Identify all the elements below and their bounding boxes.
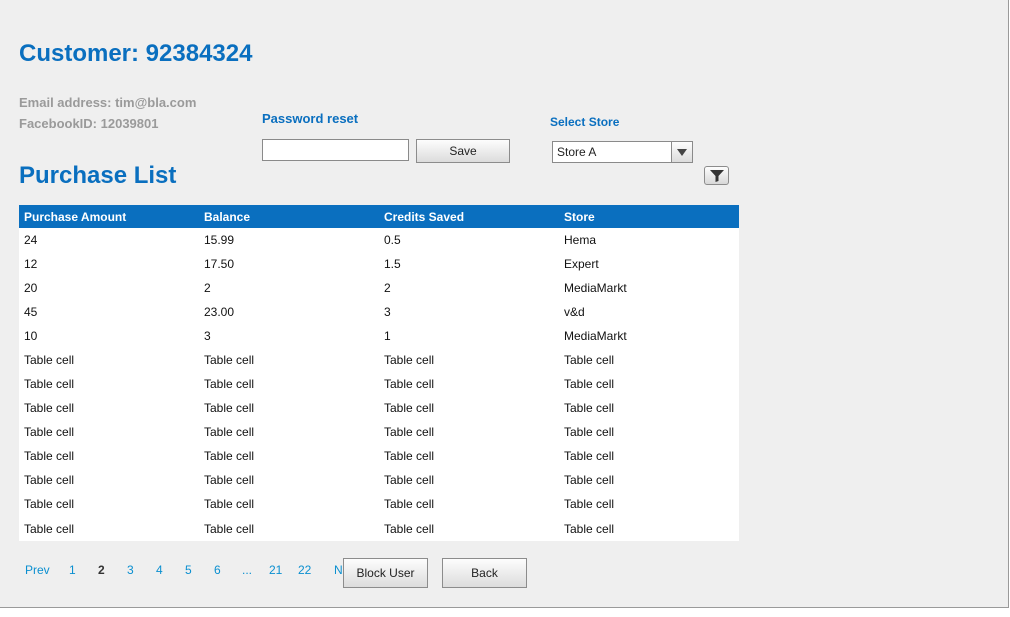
cell-credits-saved: 3	[384, 305, 391, 319]
table-row: Table cell Table cell Table cell Table cell	[19, 420, 739, 444]
cell-store: Hema	[564, 233, 597, 247]
cell-balance: Table cell	[204, 401, 255, 415]
table-row: 20 2 2 MediaMarkt	[19, 276, 739, 300]
pagination-page-2: 2	[98, 563, 105, 577]
pagination-page-1[interactable]: 1	[69, 563, 76, 577]
cell-purchase-amount: 20	[24, 281, 38, 295]
cell-balance: 17.50	[204, 257, 235, 271]
cell-balance: Table cell	[204, 473, 255, 487]
cell-purchase-amount: Table cell	[24, 377, 75, 391]
cell-balance: Table cell	[204, 449, 255, 463]
page-title: Customer: 92384324	[19, 40, 253, 67]
password-reset-input[interactable]	[262, 139, 409, 161]
cell-balance: Table cell	[204, 425, 255, 439]
table-row: Table cell Table cell Table cell Table cell	[19, 468, 739, 492]
cell-store: Table cell	[564, 449, 615, 463]
cell-store: MediaMarkt	[564, 281, 627, 295]
cell-store: Table cell	[564, 425, 615, 439]
cell-credits-saved: Table cell	[384, 521, 435, 536]
cell-balance: 23.00	[204, 305, 235, 319]
cell-credits-saved: Table cell	[384, 377, 435, 391]
block-user-button[interactable]: Block User	[343, 558, 428, 588]
cell-credits-saved: Table cell	[384, 497, 435, 511]
table-row: 45 23.00 3 v&d	[19, 300, 739, 324]
column-header-credits-saved[interactable]: Credits Saved	[379, 205, 559, 228]
table-row: Table cell Table cell Table cell Table cell	[19, 396, 739, 420]
cell-balance: Table cell	[204, 353, 255, 367]
cell-purchase-amount: Table cell	[24, 521, 75, 536]
email-address-text: Email address: tim@bla.com	[19, 95, 197, 110]
cell-store: v&d	[564, 305, 585, 319]
cell-credits-saved: Table cell	[384, 425, 435, 439]
funnel-icon	[710, 170, 724, 182]
cell-store: Table cell	[564, 521, 615, 536]
pagination-page-5[interactable]: 5	[185, 563, 192, 577]
pagination-prev[interactable]: Prev	[25, 563, 50, 577]
cell-credits-saved: 1.5	[384, 257, 401, 271]
cell-store: Table cell	[564, 473, 615, 487]
cell-store: Table cell	[564, 353, 615, 367]
chevron-down-icon[interactable]	[671, 142, 692, 162]
save-button[interactable]: Save	[416, 139, 510, 163]
cell-purchase-amount: Table cell	[24, 353, 75, 367]
cell-purchase-amount: 12	[24, 257, 38, 271]
password-reset-label: Password reset	[262, 111, 359, 126]
cell-purchase-amount: Table cell	[24, 497, 75, 511]
column-header-store[interactable]: Store	[559, 205, 739, 228]
pagination-page-21[interactable]: 21	[269, 563, 282, 577]
cell-balance: Table cell	[204, 377, 255, 391]
pagination-page-6[interactable]: 6	[214, 563, 221, 577]
cell-purchase-amount: Table cell	[24, 473, 75, 487]
cell-credits-saved: 1	[384, 329, 391, 343]
purchase-table: Purchase Amount Balance Credits Saved St…	[19, 205, 739, 541]
cell-balance: 2	[204, 281, 211, 295]
pagination-page-4[interactable]: 4	[156, 563, 163, 577]
table-row: 12 17.50 1.5 Expert	[19, 252, 739, 276]
table-row: Table cell Table cell Table cell Table cell	[19, 348, 739, 372]
table-row: Table cell Table cell Table cell Table cell	[19, 516, 739, 541]
table-row: 24 15.99 0.5 Hema	[19, 228, 739, 252]
table-row: Table cell Table cell Table cell Table cell	[19, 444, 739, 468]
cell-purchase-amount: Table cell	[24, 449, 75, 463]
facebook-id-text: FacebookID: 12039801	[19, 116, 159, 131]
pagination-page-22[interactable]: 22	[298, 563, 311, 577]
table-header-row: Purchase Amount Balance Credits Saved St…	[19, 205, 739, 228]
store-select[interactable]: Store A	[552, 141, 693, 163]
column-header-balance[interactable]: Balance	[199, 205, 379, 228]
cell-purchase-amount: 24	[24, 233, 38, 247]
cell-credits-saved: Table cell	[384, 473, 435, 487]
cell-balance: 3	[204, 329, 211, 343]
cell-credits-saved: Table cell	[384, 401, 435, 415]
cell-store: Table cell	[564, 497, 615, 511]
cell-store: Expert	[564, 257, 599, 271]
filter-button[interactable]	[704, 166, 729, 185]
cell-balance: 15.99	[204, 233, 235, 247]
pagination-page-3[interactable]: 3	[127, 563, 134, 577]
select-store-label: Select Store	[550, 115, 620, 129]
cell-store: Table cell	[564, 377, 615, 391]
cell-balance: Table cell	[204, 521, 255, 536]
cell-purchase-amount: Table cell	[24, 401, 75, 415]
pagination-ellipsis: ...	[242, 563, 253, 577]
store-select-value: Store A	[557, 145, 597, 159]
cell-purchase-amount: Table cell	[24, 425, 75, 439]
table-row: Table cell Table cell Table cell Table cell	[19, 492, 739, 516]
cell-credits-saved: 0.5	[384, 233, 401, 247]
cell-credits-saved: Table cell	[384, 353, 435, 367]
table-row: 10 3 1 MediaMarkt	[19, 324, 739, 348]
column-header-purchase-amount[interactable]: Purchase Amount	[19, 205, 199, 228]
table-row: Table cell Table cell Table cell Table cell	[19, 372, 739, 396]
cell-purchase-amount: 10	[24, 329, 38, 343]
page-canvas: Customer: 92384324 Email address: tim@bl…	[0, 0, 1009, 608]
cell-credits-saved: Table cell	[384, 449, 435, 463]
cell-credits-saved: 2	[384, 281, 391, 295]
cell-store: Table cell	[564, 401, 615, 415]
cell-store: MediaMarkt	[564, 329, 627, 343]
back-button[interactable]: Back	[442, 558, 527, 588]
cell-balance: Table cell	[204, 497, 255, 511]
purchase-list-title: Purchase List	[19, 162, 177, 189]
cell-purchase-amount: 45	[24, 305, 38, 319]
